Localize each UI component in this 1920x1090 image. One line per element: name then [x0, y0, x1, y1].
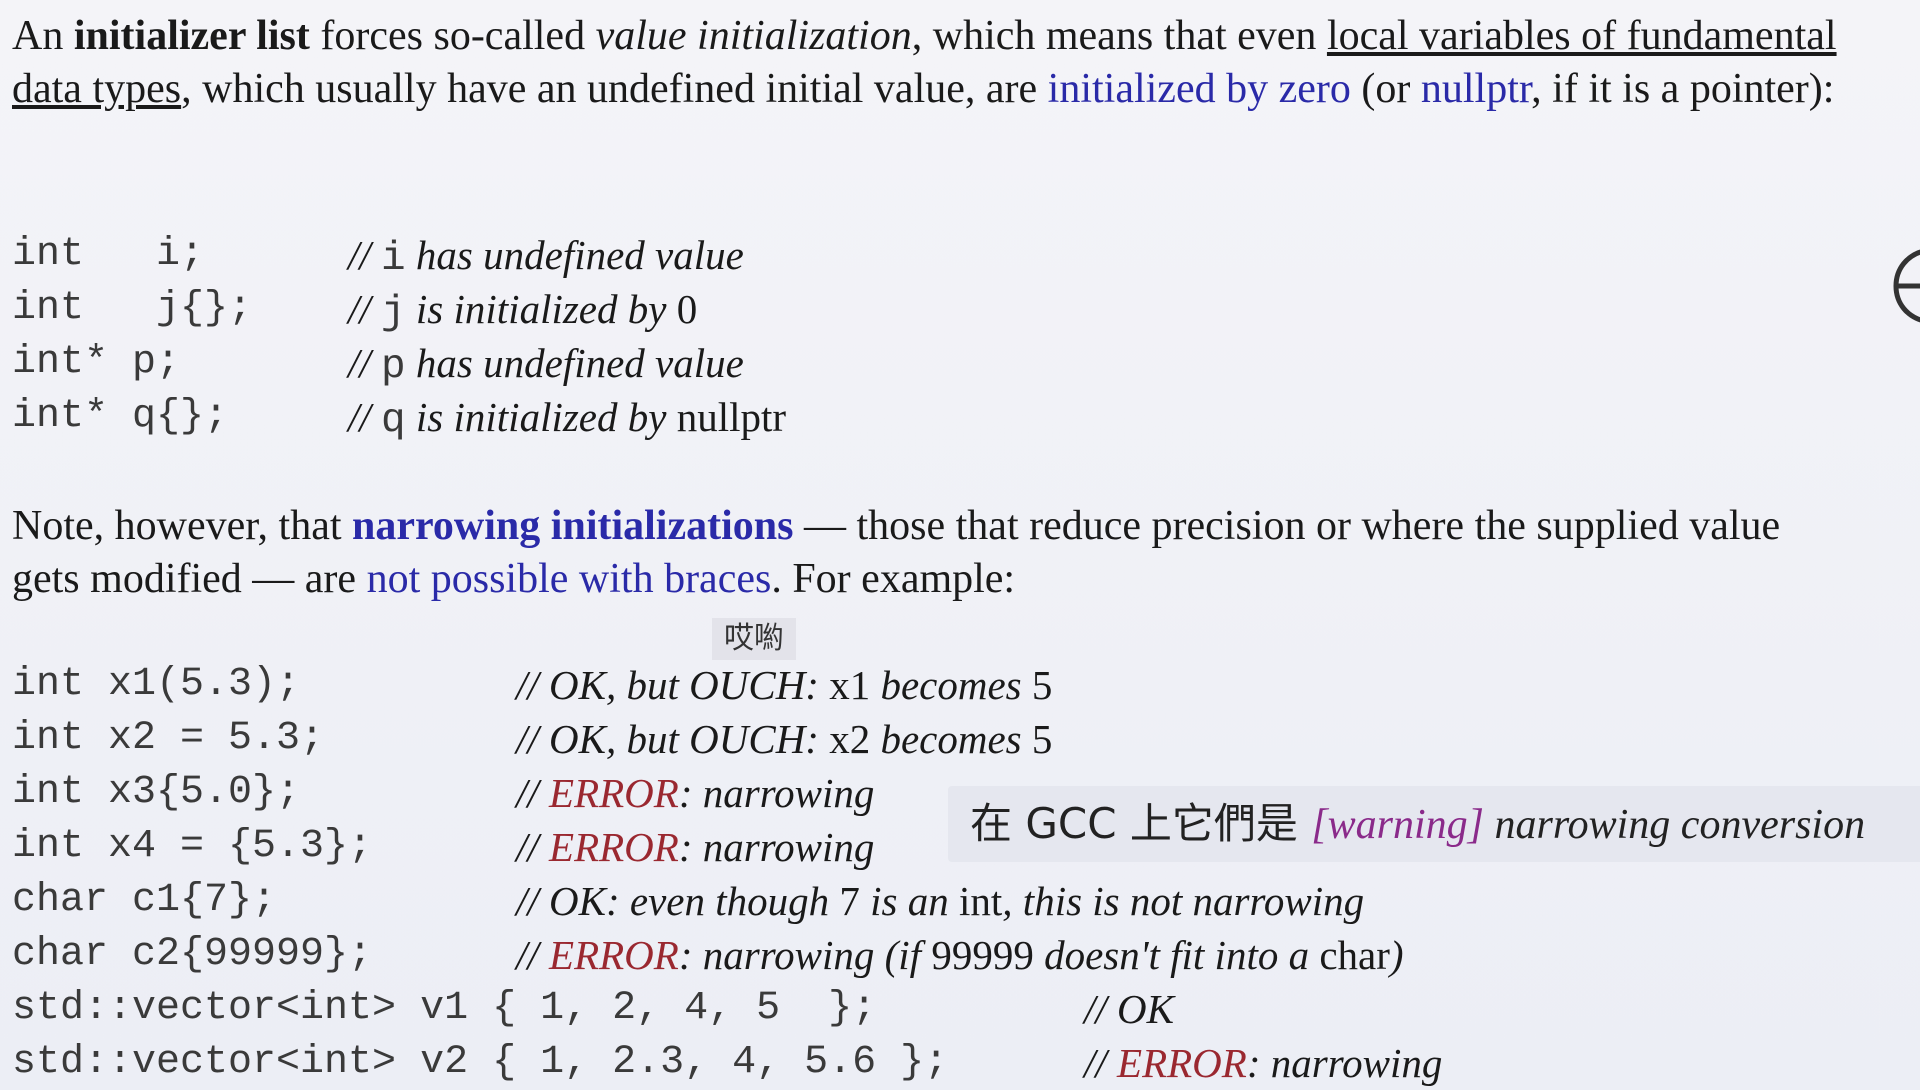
note-text: . For example: — [771, 556, 1016, 602]
code-comment: // OK, but OUCH: x2 becomes 5 — [516, 716, 1053, 762]
intro-text: (or — [1350, 66, 1421, 112]
code-comment: // OK: even though 7 is an int, this is … — [516, 878, 1365, 924]
term-narrowing: narrowing initializations — [352, 503, 794, 549]
code-text: char c1{7}; — [12, 878, 277, 923]
subtitle-text: 在 GCC 上它們是 [warning] narrowing conversio… — [970, 799, 1866, 848]
intro-text: , if it is a pointer): — [1531, 66, 1835, 112]
code-comment: // q is initialized by nullptr — [348, 394, 787, 444]
code-text: std::vector<int> v2 { 1, 2.3, 4, 5.6 }; — [12, 1040, 949, 1085]
code-text: std::vector<int> v1 { 1, 2, 4, 5 }; — [12, 986, 877, 1031]
term-initialized-by-zero: initialized by zero — [1047, 66, 1351, 112]
code-text: int x4 = {5.3}; — [12, 824, 373, 869]
intro-text: An — [12, 13, 74, 59]
term-value-initialization: value initialization — [595, 13, 912, 59]
code-comment: // ERROR: narrowing — [516, 824, 875, 870]
code-text: int* p; — [12, 340, 181, 385]
code-comment: // ERROR: narrowing — [516, 770, 875, 816]
code-comment: // i has undefined value — [348, 232, 744, 282]
code-text: int j{}; — [12, 286, 253, 331]
code-comment: // OK, but OUCH: x1 becomes 5 — [516, 662, 1053, 708]
intro-text: , which means that even — [911, 13, 1327, 59]
term-initializer-list: initializer list — [73, 13, 310, 59]
code-text: char c2{99999}; — [12, 932, 373, 977]
intro-paragraph: An initializer list forces so-called val… — [12, 10, 1892, 116]
subtitle-ouch: 哎喲 — [712, 618, 796, 660]
note-text: Note, however, that — [12, 503, 353, 549]
partial-circle-icon — [1893, 249, 1920, 323]
code-comment: // p has undefined value — [348, 340, 744, 390]
code-comment: // ERROR: narrowing — [1084, 1040, 1443, 1086]
term-nullptr: nullptr — [1420, 66, 1532, 112]
code-comment: // OK — [1084, 986, 1174, 1032]
intro-text: , which usually have an undefined initia… — [181, 66, 1048, 112]
subtitle-gcc-warning: 在 GCC 上它們是 [warning] narrowing conversio… — [948, 786, 1920, 862]
code-text: int* q{}; — [12, 394, 229, 439]
term-not-possible: not possible with braces — [366, 556, 772, 602]
code-comment: // j is initialized by 0 — [348, 286, 698, 336]
code-text: int i; — [12, 232, 205, 277]
code-comment: // ERROR: narrowing (if 99999 doesn't fi… — [516, 932, 1404, 978]
code-text: int x3{5.0}; — [12, 770, 301, 815]
note-paragraph: Note, however, that narrowing initializa… — [12, 500, 1832, 606]
intro-text: forces so-called — [309, 13, 596, 59]
code-text: int x2 = 5.3; — [12, 716, 325, 761]
code-text: int x1(5.3); — [12, 662, 301, 707]
